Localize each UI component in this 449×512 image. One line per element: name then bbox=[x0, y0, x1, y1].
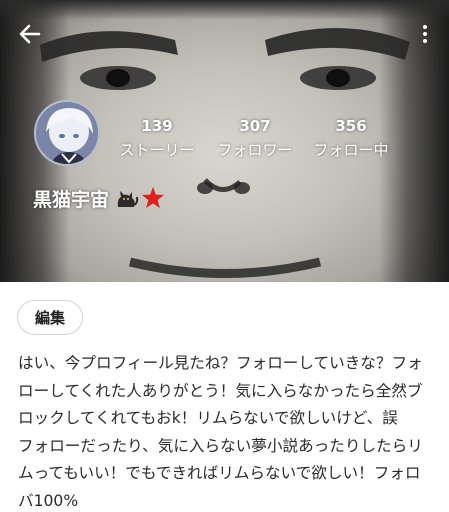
profile-bio: はい、今プロフィール見たね？フォローしていきな？フォ ローしてくれた人ありがとう… bbox=[18, 350, 438, 512]
stat-following-count: 356 bbox=[335, 117, 367, 135]
bio-line: ロックしてくれてもおk！リムらないで欲しいけど、誤 bbox=[18, 409, 398, 427]
avatar[interactable] bbox=[34, 100, 100, 166]
bio-line: バ100% bbox=[18, 491, 79, 510]
back-button[interactable] bbox=[16, 20, 44, 48]
arrow-left-icon bbox=[19, 24, 41, 44]
red-star-icon bbox=[142, 187, 165, 208]
stat-followers-count: 307 bbox=[239, 117, 271, 135]
more-options-button[interactable] bbox=[413, 20, 437, 48]
stat-following-label: フォロー中 bbox=[313, 141, 389, 159]
username: 黒猫宇宙 bbox=[33, 183, 165, 213]
bio-line: はい、今プロフィール見たね？フォローしていきな？フォ bbox=[18, 354, 423, 372]
stat-stories-count: 139 bbox=[141, 117, 173, 135]
more-vertical-icon bbox=[423, 25, 427, 29]
stat-stories-label: ストーリー bbox=[119, 141, 195, 159]
black-cat-emoji-icon bbox=[117, 191, 139, 207]
profile-header: 139 ストーリー 307 フォロワー 356 フォロー中 黒猫宇宙 bbox=[0, 0, 449, 282]
header-shade-top bbox=[0, 0, 449, 20]
stat-stories[interactable]: 139 ストーリー bbox=[116, 116, 198, 161]
bio-line: ローしてくれた人ありがとう！気に入らなかったら全然ブ bbox=[18, 381, 423, 400]
bio-line: フォローだったり、気に入らない夢小説あったりしたらリ bbox=[18, 436, 423, 455]
stat-following[interactable]: 356 フォロー中 bbox=[309, 116, 393, 161]
username-text: 黒猫宇宙 bbox=[33, 188, 110, 211]
stat-followers[interactable]: 307 フォロワー bbox=[213, 116, 297, 161]
edit-profile-button[interactable]: 編集 bbox=[17, 300, 83, 335]
username-emoji bbox=[115, 186, 165, 210]
bio-line: ムってもいい！でもできればリムらないで欲しい！フォロ bbox=[18, 464, 421, 482]
stat-followers-label: フォロワー bbox=[217, 141, 293, 159]
